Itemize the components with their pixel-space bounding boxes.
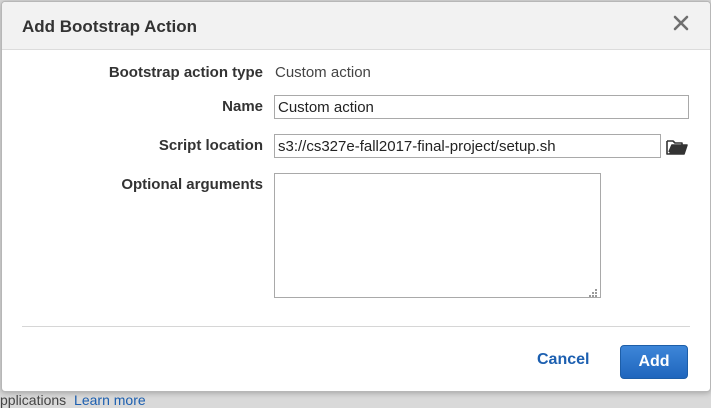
footer-divider — [22, 326, 690, 327]
bootstrap-type-label: Bootstrap action type — [108, 64, 263, 81]
name-input[interactable] — [274, 95, 689, 119]
add-button[interactable]: Add — [620, 345, 688, 379]
cancel-button[interactable]: Cancel — [537, 351, 589, 369]
background-partial-text: pplications — [0, 392, 67, 408]
optional-arguments-label: Optional arguments — [121, 176, 263, 193]
optional-arguments-textarea[interactable] — [274, 173, 601, 298]
close-icon[interactable] — [670, 12, 692, 34]
script-location-label: Script location — [158, 137, 263, 154]
script-location-input[interactable] — [274, 134, 661, 158]
add-bootstrap-action-dialog: Add Bootstrap Action Bootstrap action ty… — [1, 1, 711, 392]
dialog-title: Add Bootstrap Action — [22, 17, 198, 36]
name-label: Name — [222, 98, 263, 115]
background-text: pplications Learn more — [0, 392, 146, 408]
dialog-header: Add Bootstrap Action — [2, 2, 710, 50]
resize-grip-icon[interactable] — [586, 285, 598, 297]
background-learn-more-link[interactable]: Learn more — [74, 392, 146, 408]
folder-open-icon[interactable] — [665, 137, 689, 157]
bootstrap-type-value: Custom action — [275, 64, 371, 81]
